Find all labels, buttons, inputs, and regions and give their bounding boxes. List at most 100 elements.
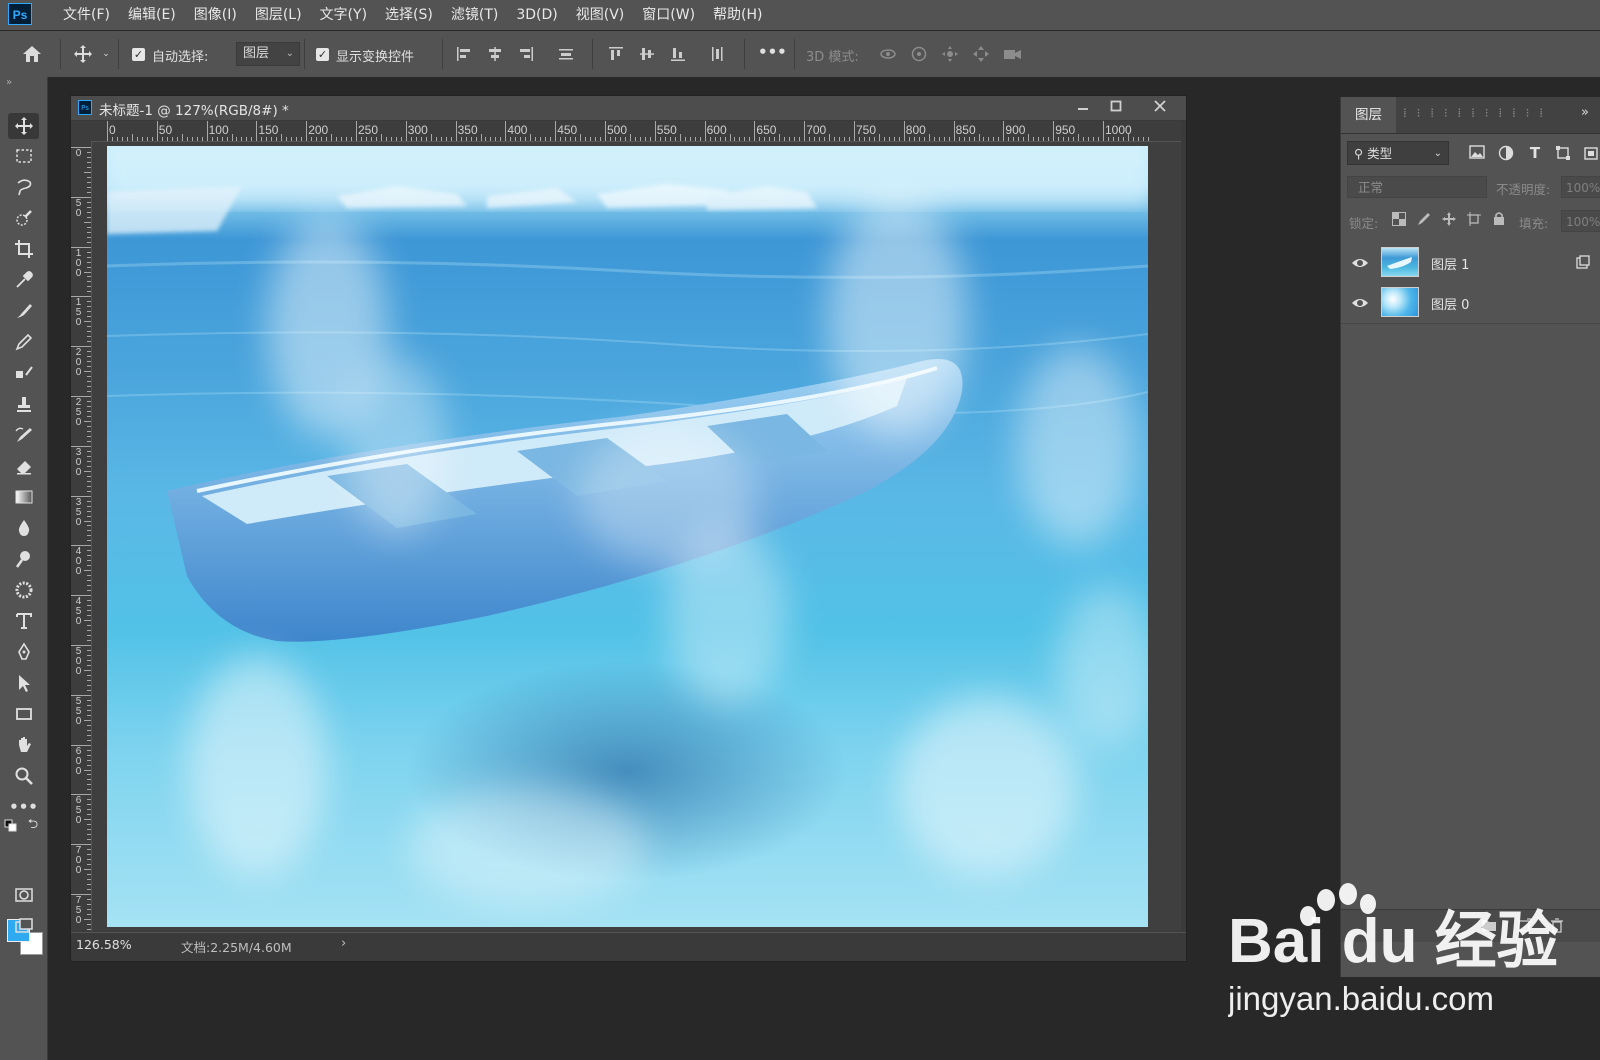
stamp-tool-icon[interactable]: [8, 391, 39, 417]
hand-tool-icon[interactable]: [8, 732, 39, 758]
ruler-minor-tick: [395, 137, 397, 141]
zoom-level[interactable]: 126.58%: [76, 937, 132, 952]
default-colors-icon[interactable]: [4, 819, 18, 833]
brush-tool-icon[interactable]: [8, 329, 39, 355]
chevron-down-icon[interactable]: ⌄: [100, 47, 112, 61]
ruler-minor-tick: [649, 137, 651, 141]
fill-input[interactable]: 100%: [1561, 210, 1600, 232]
menu-edit[interactable]: 编辑(E): [119, 0, 185, 30]
visibility-eye-icon[interactable]: [1351, 294, 1369, 312]
collapsed-tabs-icon[interactable]: ⁞ ⁝ ⁞ ⁝ ⁞ ⁞ ⁝ ⁞ ⁞ ⁝ ⁞: [1403, 106, 1546, 120]
crop-tool-icon[interactable]: [8, 236, 39, 262]
menu-filter[interactable]: 滤镜(T): [442, 0, 507, 30]
screen-mode-icon[interactable]: [8, 913, 39, 939]
lock-transparent-icon[interactable]: [1391, 212, 1407, 228]
align-left-icon[interactable]: [454, 44, 474, 64]
menu-view[interactable]: 视图(V): [567, 0, 634, 30]
auto-select-target-dropdown[interactable]: 图层 ⌄: [236, 42, 300, 66]
quick-mask-icon[interactable]: [8, 882, 39, 908]
move-tool-preset-icon[interactable]: [72, 43, 94, 65]
eyedropper-tool-icon[interactable]: [8, 267, 39, 293]
lock-all-icon[interactable]: [1491, 211, 1507, 227]
ruler-minor-tick: [844, 137, 846, 141]
type-tool-icon[interactable]: [8, 608, 39, 634]
maximize-icon[interactable]: [1105, 98, 1127, 118]
history-brush-tool-icon[interactable]: [8, 422, 39, 448]
menu-layer[interactable]: 图层(L): [246, 0, 311, 30]
minimize-icon[interactable]: [1072, 98, 1094, 118]
blur-tool-icon[interactable]: [8, 515, 39, 541]
menu-window[interactable]: 窗口(W): [633, 0, 704, 30]
zoom-tool-icon[interactable]: [8, 763, 39, 789]
auto-select-checkbox[interactable]: ✓: [132, 48, 145, 61]
document-info-arrow-icon[interactable]: ›: [341, 936, 346, 951]
lock-artboard-icon[interactable]: [1466, 212, 1482, 228]
document-titlebar[interactable]: Ps 未标题-1 @ 127%(RGB/8#) *: [71, 96, 1186, 120]
layer-thumbnail-water[interactable]: [1381, 287, 1419, 317]
marquee-tool-icon[interactable]: [8, 143, 39, 169]
filter-shape-icon[interactable]: [1555, 145, 1571, 161]
more-options-button[interactable]: •••: [758, 43, 787, 61]
move-tool-icon[interactable]: [8, 113, 39, 139]
menu-file[interactable]: 文件(F): [54, 0, 119, 30]
layer-filter-dropdown[interactable]: ⚲ 类型 ⌄: [1347, 141, 1449, 165]
expand-panel-icon[interactable]: »: [6, 77, 12, 88]
layer-row[interactable]: 图层 1: [1341, 243, 1600, 284]
3d-roll-icon[interactable]: [909, 44, 929, 64]
rectangle-tool-icon[interactable]: [8, 701, 39, 727]
layer-row[interactable]: 图层 0: [1341, 283, 1600, 324]
menu-help[interactable]: 帮助(H): [704, 0, 771, 30]
3d-camera-icon[interactable]: [1002, 44, 1024, 64]
opacity-input[interactable]: 100%: [1561, 176, 1600, 198]
visibility-eye-icon[interactable]: [1351, 254, 1369, 272]
align-right-icon[interactable]: [516, 44, 536, 64]
ruler-label: 0: [109, 123, 116, 137]
ruler-corner[interactable]: [71, 121, 92, 142]
menu-image[interactable]: 图像(I): [185, 0, 246, 30]
canvas-image[interactable]: [107, 146, 1148, 927]
3d-pan-icon[interactable]: [940, 44, 960, 64]
lock-position-icon[interactable]: [1441, 212, 1457, 228]
align-hcenter-icon[interactable]: [485, 44, 505, 64]
align-vcenter-icon[interactable]: [637, 44, 657, 64]
ruler-minor-tick: [629, 134, 631, 141]
filter-pixel-icon[interactable]: [1469, 145, 1485, 161]
layer-thumbnail-boat[interactable]: [1381, 247, 1419, 277]
layer-name[interactable]: 图层 0: [1431, 294, 1469, 313]
lasso-tool-icon[interactable]: [8, 174, 39, 200]
3d-slide-icon[interactable]: [971, 44, 991, 64]
blend-mode-dropdown[interactable]: 正常: [1347, 176, 1487, 198]
menu-select[interactable]: 选择(S): [376, 0, 442, 30]
filter-type-icon[interactable]: T: [1527, 145, 1543, 161]
layer-name[interactable]: 图层 1: [1431, 254, 1469, 273]
swap-colors-icon[interactable]: ⮌: [26, 817, 40, 833]
pen-tool-icon[interactable]: [8, 639, 39, 665]
clone-stamp-tool-icon[interactable]: [8, 360, 39, 386]
lock-image-pixels-icon[interactable]: [1416, 212, 1432, 228]
panel-menu-icon[interactable]: »: [1581, 105, 1589, 120]
filter-adjustment-icon[interactable]: [1498, 145, 1514, 161]
vertical-ruler[interactable]: 0 50 100 150 200 250 300 350 400 450 500 550 600 650 7…: [71, 141, 92, 931]
ruler-major-tick: [405, 121, 407, 141]
menu-3d[interactable]: 3D(D): [507, 0, 566, 30]
horizontal-ruler[interactable]: 0 50 100 150 200 250 300 350 400 450 500 550 600 650 7…: [91, 121, 1181, 142]
menu-type[interactable]: 文字(Y): [311, 0, 376, 30]
canvas-area[interactable]: [92, 142, 1181, 931]
gradient-tool-icon[interactable]: [8, 484, 39, 510]
quick-select-tool-icon[interactable]: [8, 205, 39, 231]
home-icon[interactable]: [20, 43, 44, 65]
eraser-tool-icon[interactable]: [8, 453, 39, 479]
3d-orbit-icon[interactable]: [878, 44, 898, 64]
healing-brush-tool-icon[interactable]: [8, 298, 39, 324]
distribute-horizontal-icon[interactable]: [707, 44, 727, 64]
align-bottom-icon[interactable]: [668, 44, 688, 64]
distribute-vertical-icon[interactable]: [556, 44, 576, 64]
filter-smart-object-icon[interactable]: [1583, 145, 1599, 161]
path-selection-tool-icon[interactable]: [8, 670, 39, 696]
sponge-tool-icon[interactable]: [8, 577, 39, 603]
align-top-icon[interactable]: [606, 44, 626, 64]
close-icon[interactable]: [1149, 98, 1171, 118]
show-transform-checkbox[interactable]: ✓: [316, 48, 329, 61]
dodge-tool-icon[interactable]: [8, 546, 39, 572]
tab-layers[interactable]: 图层: [1341, 97, 1396, 133]
